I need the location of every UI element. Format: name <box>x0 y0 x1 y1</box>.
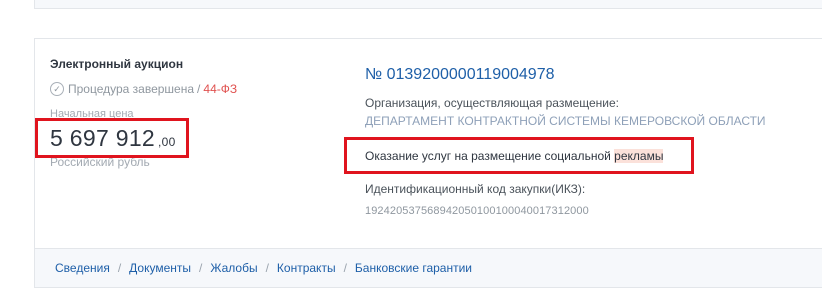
nav-separator: / <box>117 261 122 275</box>
ikz-label: Идентификационный код закупки(ИКЗ): <box>365 182 586 196</box>
auction-type: Электронный аукцион <box>50 57 184 71</box>
organization-link[interactable]: ДЕПАРТАМЕНТ КОНТРАКТНОЙ СИСТЕМЫ КЕМЕРОВС… <box>365 114 766 128</box>
price-highlight-box <box>35 118 189 158</box>
subject-highlight-box <box>344 137 694 174</box>
tab-info[interactable]: Сведения <box>55 261 110 275</box>
card-footer: Сведения / Документы / Жалобы / Контракт… <box>35 248 822 287</box>
ikz-value: 192420537568942050100100040017312000 <box>365 205 589 217</box>
tab-contracts[interactable]: Контракты <box>277 261 336 275</box>
status-separator: / <box>197 82 201 96</box>
nav-separator: / <box>199 261 203 275</box>
organization-label: Организация, осуществляющая размещение: <box>365 96 619 110</box>
procedure-status: ✓ Процедура завершена / 44-ФЗ <box>50 82 237 96</box>
tab-documents[interactable]: Документы <box>129 261 191 275</box>
previous-card-footer: Сведения / Документы / Жалобы / Контракт… <box>34 0 822 9</box>
nav-separator: / <box>265 261 269 275</box>
purchase-number-link[interactable]: № 0139200000119004978 <box>365 66 555 84</box>
status-text: Процедура завершена <box>68 82 195 96</box>
card-nav: Сведения / Документы / Жалобы / Контракт… <box>55 261 472 275</box>
nav-separator: / <box>343 261 347 275</box>
tab-bank-guarantees[interactable]: Банковские гарантии <box>355 261 472 275</box>
tab-complaints[interactable]: Жалобы <box>210 261 257 275</box>
check-circle-icon: ✓ <box>50 82 64 96</box>
law-badge: 44-ФЗ <box>203 82 238 96</box>
